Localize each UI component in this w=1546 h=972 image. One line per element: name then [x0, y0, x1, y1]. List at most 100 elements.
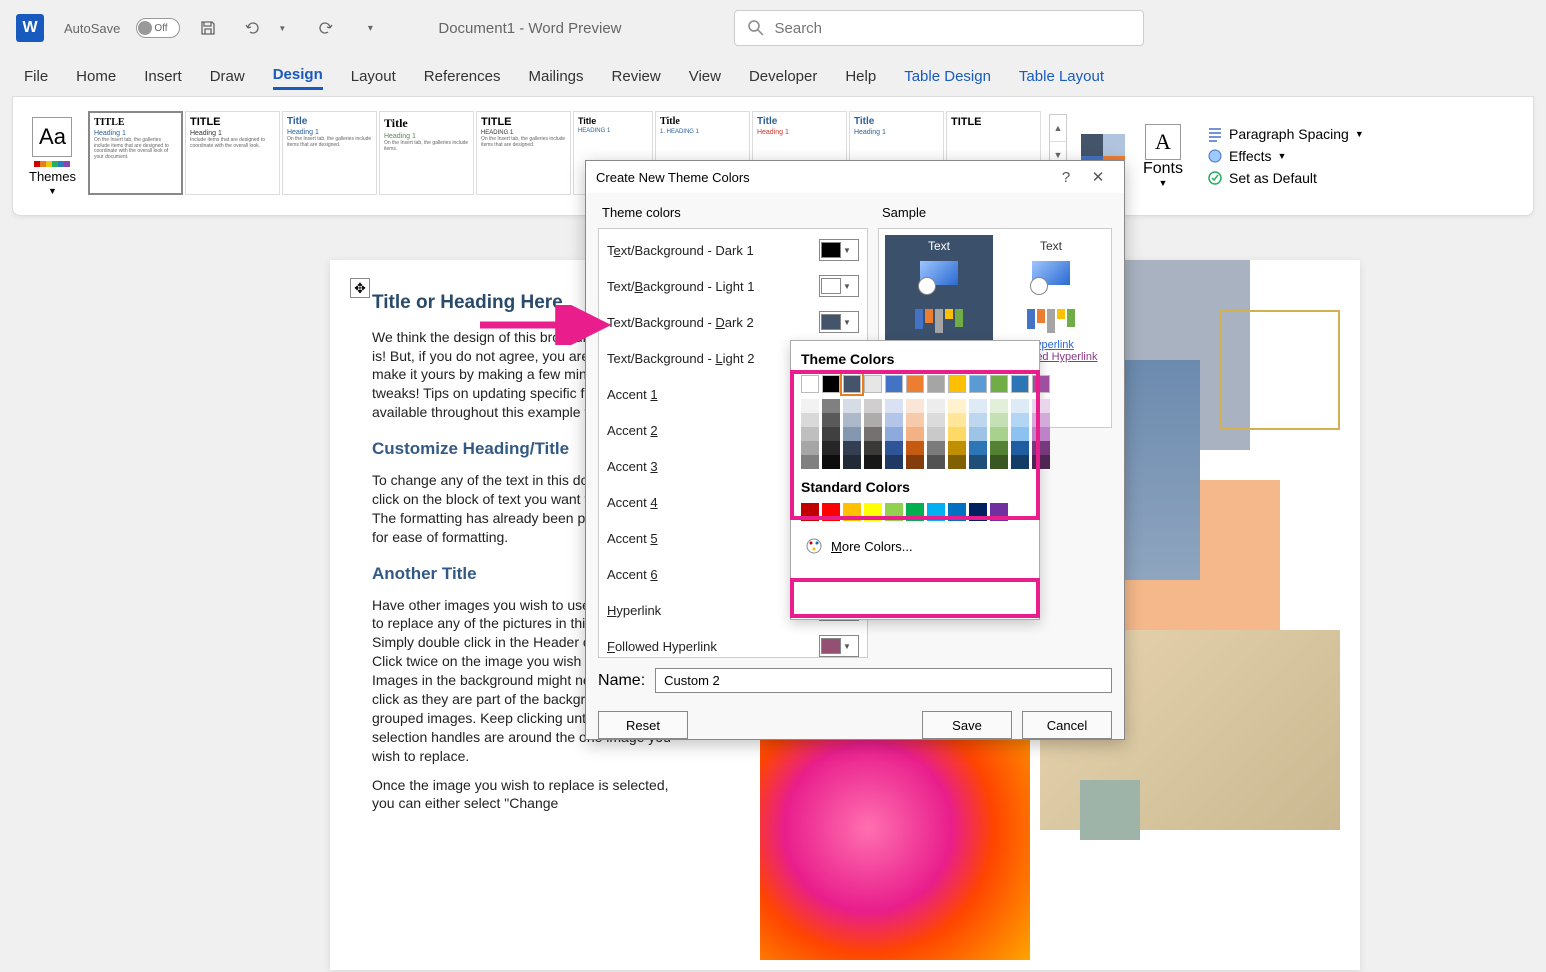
color-swatch[interactable] — [969, 441, 987, 455]
color-swatch[interactable] — [801, 375, 819, 393]
close-icon[interactable]: ✕ — [1082, 168, 1114, 186]
color-swatch[interactable] — [969, 427, 987, 441]
color-swatch[interactable] — [1011, 413, 1029, 427]
color-swatch[interactable] — [885, 503, 903, 521]
color-swatch[interactable] — [864, 503, 882, 521]
tab-help[interactable]: Help — [845, 64, 876, 89]
color-swatch[interactable] — [927, 427, 945, 441]
color-swatch[interactable] — [906, 503, 924, 521]
set-default-button[interactable]: Set as Default — [1207, 170, 1364, 186]
help-icon[interactable]: ? — [1050, 169, 1082, 186]
tab-table-layout[interactable]: Table Layout — [1019, 64, 1104, 89]
color-swatch[interactable] — [843, 413, 861, 427]
color-swatch[interactable] — [885, 455, 903, 469]
color-swatch[interactable] — [801, 399, 819, 413]
color-swatch[interactable] — [822, 441, 840, 455]
color-swatch[interactable] — [1032, 375, 1050, 393]
tab-developer[interactable]: Developer — [749, 64, 817, 89]
cancel-button[interactable]: Cancel — [1022, 711, 1112, 739]
tab-mailings[interactable]: Mailings — [529, 64, 584, 89]
tab-insert[interactable]: Insert — [144, 64, 182, 89]
color-swatch[interactable] — [948, 399, 966, 413]
color-swatch[interactable] — [864, 375, 882, 393]
color-swatch[interactable] — [843, 375, 861, 393]
color-swatch[interactable] — [990, 503, 1008, 521]
color-swatch[interactable] — [885, 413, 903, 427]
color-swatch[interactable] — [927, 399, 945, 413]
color-swatch[interactable] — [843, 455, 861, 469]
color-swatch[interactable] — [927, 503, 945, 521]
dialog-titlebar[interactable]: Create New Theme Colors ? ✕ — [586, 161, 1124, 193]
color-swatch[interactable] — [948, 427, 966, 441]
search-box[interactable] — [734, 10, 1144, 46]
color-swatch[interactable] — [969, 375, 987, 393]
color-swatch[interactable] — [948, 375, 966, 393]
table-move-handle[interactable]: ✥ — [350, 278, 370, 298]
color-swatch[interactable] — [906, 441, 924, 455]
color-swatch[interactable] — [801, 503, 819, 521]
color-swatch[interactable] — [1011, 375, 1029, 393]
color-swatch[interactable] — [906, 413, 924, 427]
style-gallery-item[interactable]: TitleHeading 1On the Insert tab, the gal… — [282, 111, 377, 195]
gallery-scroll-up[interactable]: ▲ — [1050, 115, 1066, 142]
effects-button[interactable]: Effects▼ — [1207, 148, 1364, 164]
color-swatch[interactable] — [864, 441, 882, 455]
color-swatch[interactable] — [1011, 427, 1029, 441]
qat-customize-icon[interactable]: ▾ — [360, 18, 380, 38]
themes-button[interactable]: Aa Themes ▼ — [25, 113, 80, 200]
color-swatch[interactable] — [906, 375, 924, 393]
color-swatch[interactable] — [822, 375, 840, 393]
color-swatch[interactable] — [990, 427, 1008, 441]
autosave-toggle[interactable]: Off — [136, 18, 180, 38]
color-swatch[interactable] — [1032, 399, 1050, 413]
redo-icon[interactable] — [316, 18, 336, 38]
color-swatch[interactable] — [822, 427, 840, 441]
tab-design[interactable]: Design — [273, 62, 323, 90]
color-swatch[interactable] — [990, 375, 1008, 393]
color-swatch[interactable] — [948, 413, 966, 427]
color-swatch[interactable] — [1032, 441, 1050, 455]
save-button[interactable]: Save — [922, 711, 1012, 739]
color-swatch[interactable] — [843, 427, 861, 441]
color-swatch[interactable] — [801, 441, 819, 455]
color-swatch[interactable] — [864, 413, 882, 427]
color-swatch[interactable] — [1011, 455, 1029, 469]
color-swatch[interactable] — [906, 399, 924, 413]
search-input[interactable] — [775, 20, 1131, 37]
color-swatch[interactable] — [927, 455, 945, 469]
undo-icon[interactable] — [242, 18, 262, 38]
color-swatch[interactable] — [801, 455, 819, 469]
color-swatch[interactable] — [822, 413, 840, 427]
color-swatch[interactable] — [990, 399, 1008, 413]
color-swatch[interactable] — [1032, 413, 1050, 427]
color-swatch[interactable] — [864, 427, 882, 441]
color-swatch[interactable] — [864, 455, 882, 469]
color-swatch[interactable] — [969, 455, 987, 469]
tab-home[interactable]: Home — [76, 64, 116, 89]
undo-dropdown-icon[interactable]: ▼ — [272, 18, 292, 38]
tab-layout[interactable]: Layout — [351, 64, 396, 89]
color-swatch[interactable] — [822, 455, 840, 469]
style-gallery-item[interactable]: TitleHeading 1On the Insert tab, the gal… — [379, 111, 474, 195]
save-icon[interactable] — [198, 18, 218, 38]
color-swatch[interactable] — [885, 441, 903, 455]
color-swatch[interactable] — [1032, 427, 1050, 441]
color-swatch[interactable] — [1032, 455, 1050, 469]
color-swatch[interactable] — [969, 399, 987, 413]
color-swatch[interactable] — [990, 441, 1008, 455]
color-swatch[interactable] — [927, 375, 945, 393]
theme-color-dropdown[interactable]: ▼ — [819, 275, 859, 297]
color-swatch[interactable] — [843, 503, 861, 521]
color-swatch[interactable] — [969, 413, 987, 427]
theme-color-dropdown[interactable]: ▼ — [819, 311, 859, 333]
tab-view[interactable]: View — [689, 64, 721, 89]
color-swatch[interactable] — [801, 427, 819, 441]
theme-color-dropdown[interactable]: ▼ — [819, 239, 859, 261]
tab-table-design[interactable]: Table Design — [904, 64, 991, 89]
color-swatch[interactable] — [948, 455, 966, 469]
style-gallery-item[interactable]: TITLEHeading 1Include items that are des… — [185, 111, 280, 195]
color-swatch[interactable] — [927, 441, 945, 455]
color-swatch[interactable] — [822, 399, 840, 413]
color-swatch[interactable] — [906, 427, 924, 441]
color-swatch[interactable] — [990, 413, 1008, 427]
